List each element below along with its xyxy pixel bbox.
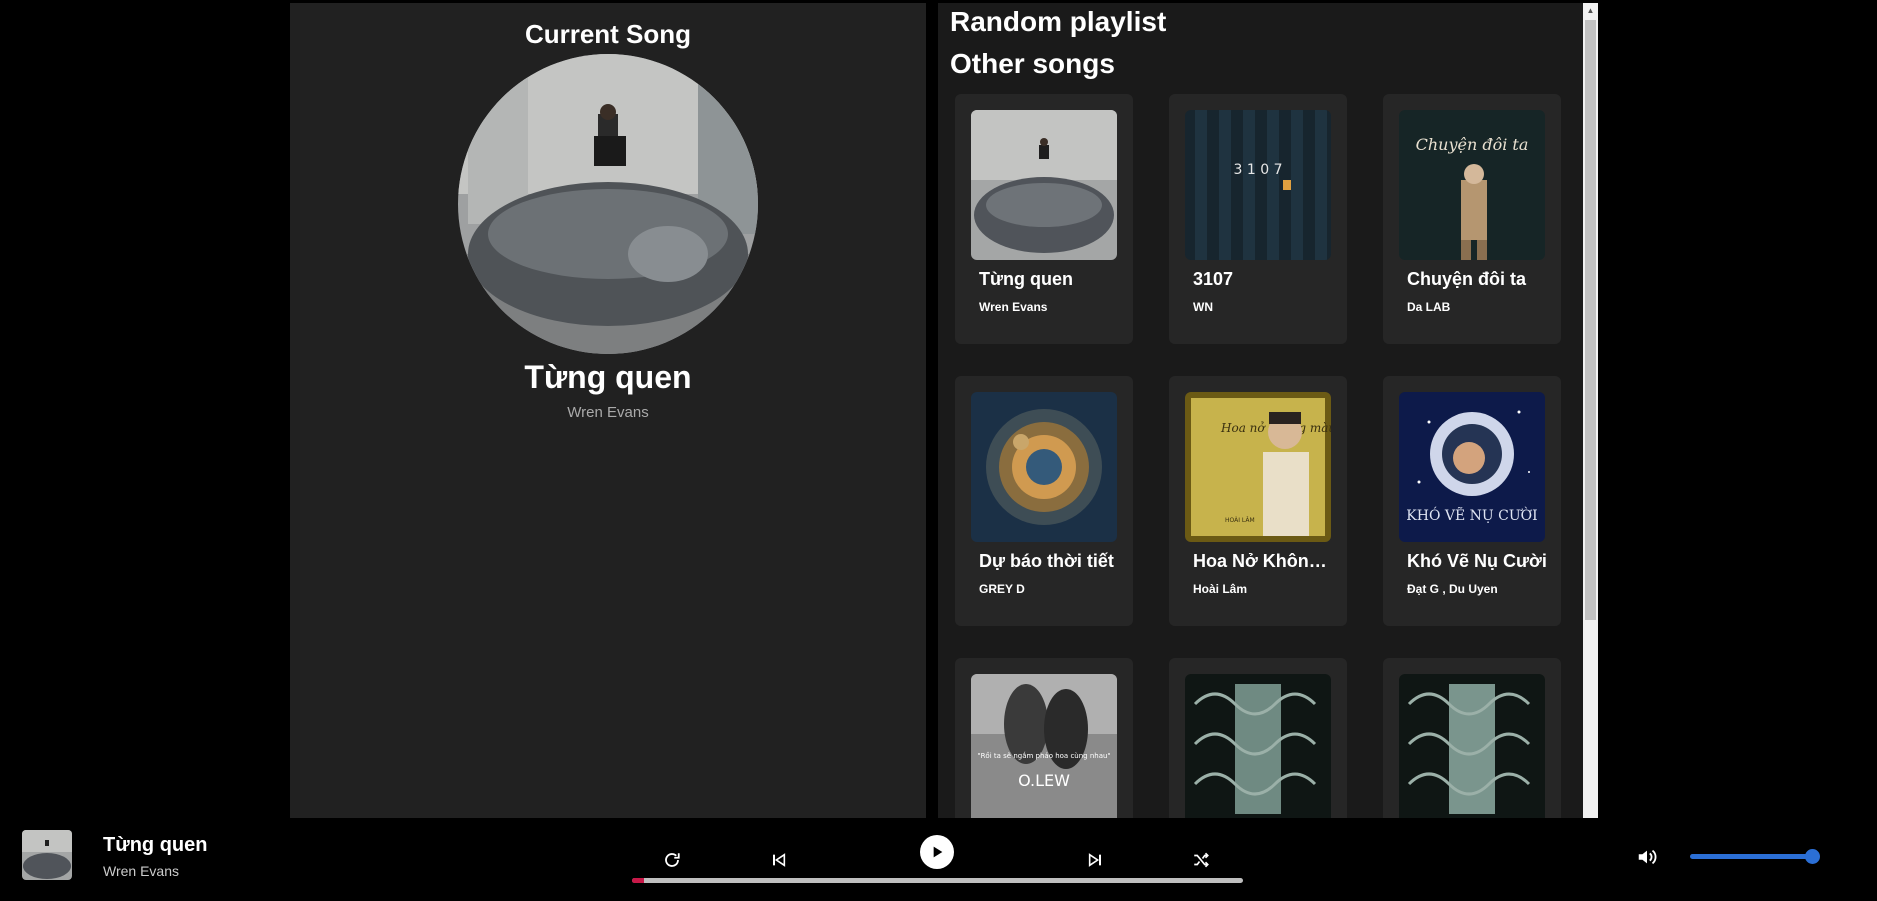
other-songs-heading: Other songs (950, 48, 1115, 79)
playlist-heading: Random playlist (950, 6, 1167, 37)
scrollbar-thumb[interactable] (1585, 20, 1596, 620)
song-title: Hoa Nở Không Màu (1193, 551, 1333, 571)
current-song-artist: Wren Evans (567, 404, 649, 421)
song-artist: GREY D (979, 582, 1025, 596)
player-album-thumbnail (22, 830, 72, 880)
play-button[interactable] (920, 835, 954, 869)
play-icon (933, 846, 943, 858)
current-song-title: Từng quen (524, 359, 692, 395)
song-title: Từng quen (979, 269, 1074, 289)
player-bar: Từng quen Wren Evans (0, 818, 1877, 901)
song-card[interactable]: KHÓ VẼ NỤ CƯỜI Khó Vẽ Nụ Cười Đạt G , Du… (1383, 376, 1561, 626)
album-art: Hoa nở không màu HOÀI LÂM (1185, 392, 1331, 542)
player-song-title: Từng quen (103, 834, 208, 856)
song-artist: WN (1193, 300, 1213, 314)
art-text: HOÀI LÂM (1225, 517, 1255, 524)
progress-bar[interactable] (632, 878, 1243, 883)
song-artist: Hoài Lâm (1193, 582, 1248, 596)
repeat-icon (665, 853, 680, 867)
album-art (971, 110, 1117, 260)
next-button[interactable] (1083, 848, 1107, 872)
song-card[interactable] (1169, 658, 1347, 818)
song-title: 3107 (1193, 269, 1234, 289)
song-artist: Da LAB (1407, 300, 1451, 314)
art-text: Chuyện đôi ta (1416, 135, 1529, 154)
current-song-cd (458, 54, 758, 354)
current-song-heading: Current Song (524, 19, 692, 49)
album-art: "Rồi ta sẽ ngắm pháo hoa cùng nhau" O.LE… (971, 674, 1117, 818)
song-artist: Đạt G , Du Uyen (1407, 582, 1498, 596)
song-card[interactable]: 3 1 0 7 3107 WN (1169, 94, 1347, 344)
playlist-panel: Random playlist Other songs Từng quen Wr… (938, 3, 1583, 818)
art-text: "Rồi ta sẽ ngắm pháo hoa cùng nhau" (977, 751, 1110, 760)
volume-slider-handle[interactable] (1805, 849, 1820, 864)
song-card[interactable]: Chuyện đôi ta Chuyện đôi ta Da LAB (1383, 94, 1561, 344)
album-art (1185, 674, 1331, 818)
album-art (1399, 674, 1545, 818)
shuffle-icon (1194, 852, 1209, 868)
art-text: O.LEW (1018, 771, 1070, 790)
song-title: Khó Vẽ Nụ Cười (1407, 551, 1547, 571)
song-card[interactable]: Từng quen Wren Evans (955, 94, 1133, 344)
skip-forward-icon (1088, 853, 1101, 867)
previous-button[interactable] (767, 848, 791, 872)
scroll-up-arrow-icon[interactable]: ▲ (1583, 3, 1598, 18)
song-card[interactable] (1383, 658, 1561, 818)
current-song-panel: Current Song Từng quen Wren Evans (290, 3, 926, 818)
playlist-scrollbar[interactable]: ▲ (1583, 3, 1598, 818)
song-card[interactable]: Hoa nở không màu HOÀI LÂM Hoa Nở Không M… (1169, 376, 1347, 626)
song-card[interactable]: Dự báo thời tiết GREY D (955, 376, 1133, 626)
skip-back-icon (773, 853, 786, 867)
progress-fill (632, 878, 645, 883)
album-art (971, 392, 1117, 542)
art-text: KHÓ VẼ NỤ CƯỜI (1406, 506, 1537, 524)
shuffle-button[interactable] (1189, 848, 1213, 872)
song-title: Chuyện đôi ta (1407, 269, 1527, 289)
song-card[interactable]: "Rồi ta sẽ ngắm pháo hoa cùng nhau" O.LE… (955, 658, 1133, 818)
volume-button[interactable] (1636, 846, 1658, 873)
repeat-button[interactable] (660, 848, 684, 872)
album-art: Chuyện đôi ta (1399, 110, 1545, 260)
art-text: 3 1 0 7 (1234, 162, 1283, 178)
album-art-tung-quen-large (458, 54, 758, 354)
album-art: 3 1 0 7 (1185, 110, 1331, 260)
player-song-artist: Wren Evans (103, 863, 179, 879)
album-art: KHÓ VẼ NỤ CƯỜI (1399, 392, 1545, 542)
song-title: Dự báo thời tiết (979, 551, 1114, 571)
volume-slider[interactable] (1690, 854, 1814, 859)
volume-icon (1638, 849, 1657, 865)
song-artist: Wren Evans (979, 300, 1048, 314)
